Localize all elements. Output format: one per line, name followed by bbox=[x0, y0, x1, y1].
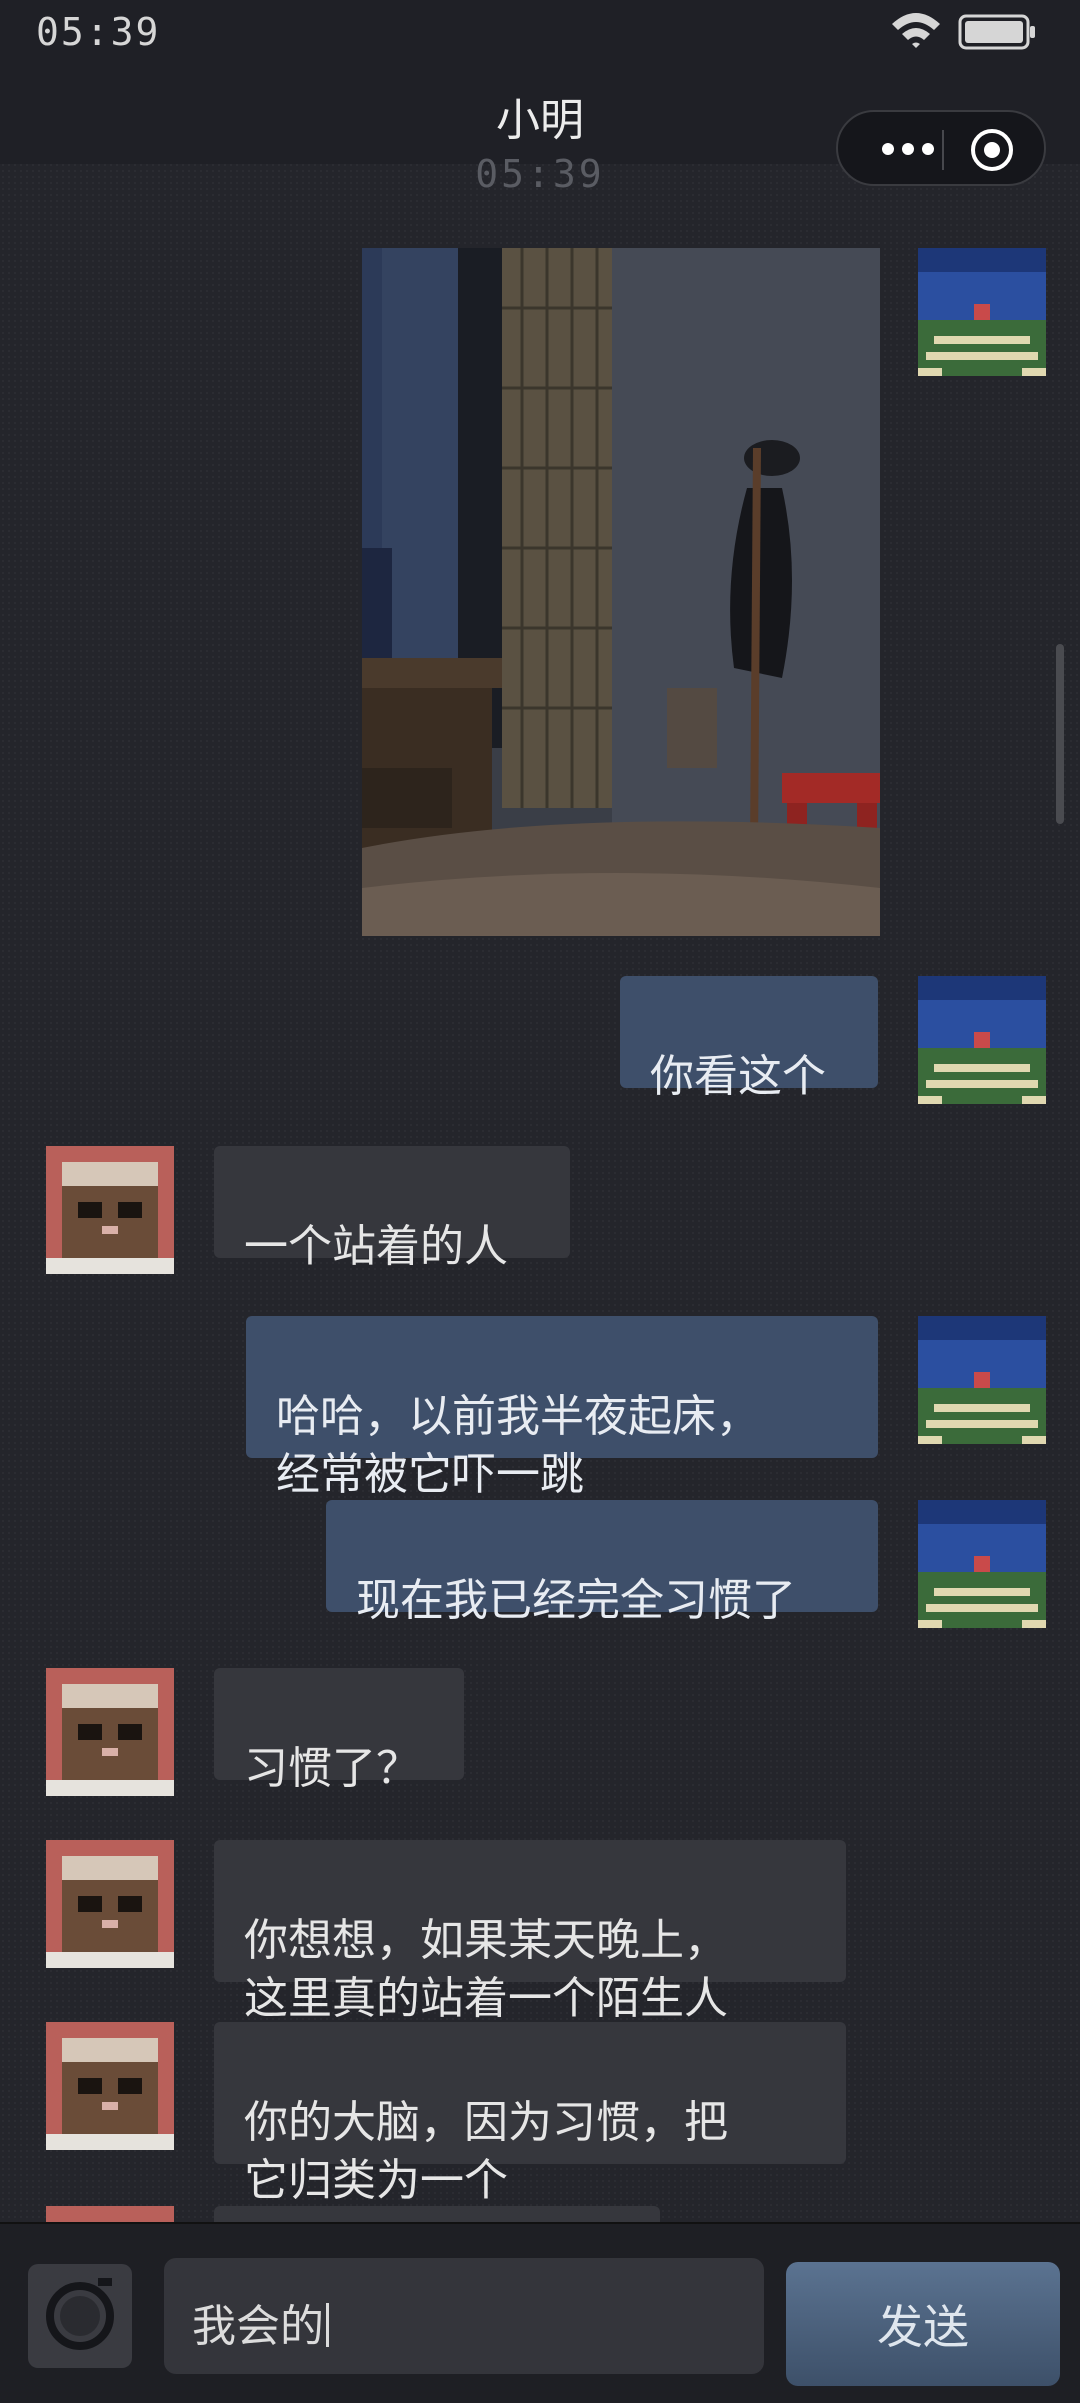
message-bubble[interactable]: 现在我已经完全习惯了 bbox=[326, 1500, 878, 1626]
self-avatar[interactable] bbox=[918, 1316, 1046, 1444]
landscape-avatar-icon bbox=[918, 248, 1046, 376]
message-text: 一个站着的人 bbox=[244, 1221, 508, 1272]
cat-avatar-icon bbox=[46, 2022, 174, 2150]
self-avatar[interactable] bbox=[918, 1500, 1046, 1628]
contact-avatar[interactable] bbox=[46, 1668, 174, 1796]
message-bubble[interactable]: 你的大脑，因为习惯，把 它归类为一个 bbox=[214, 2022, 846, 2206]
sent-photo[interactable] bbox=[362, 248, 880, 936]
message-text: 你的大脑，因为习惯，把 它归类为一个 bbox=[244, 2097, 728, 2206]
self-avatar[interactable] bbox=[918, 248, 1046, 376]
message-bubble[interactable]: 你看这个 bbox=[620, 976, 878, 1102]
camera-button[interactable] bbox=[28, 2264, 132, 2368]
input-bar: 我会的 发送 bbox=[0, 2222, 1080, 2403]
message-bubble[interactable]: 习惯了？ bbox=[214, 1668, 464, 1794]
contact-avatar[interactable] bbox=[46, 2022, 174, 2150]
contact-avatar[interactable] bbox=[46, 1840, 174, 1968]
landscape-avatar-icon bbox=[918, 976, 1046, 1104]
message-text: 现在我已经完全习惯了 bbox=[356, 1575, 796, 1626]
message-bubble-partial bbox=[214, 2206, 660, 2222]
status-bar: 05:39 bbox=[0, 0, 1080, 62]
message-text: 你看这个 bbox=[650, 1051, 826, 1102]
nav-bar: 小明 bbox=[0, 62, 1080, 186]
battery-icon bbox=[958, 14, 1035, 50]
message-bubble[interactable]: 哈哈，以前我半夜起床， 经常被它吓一跳 bbox=[246, 1316, 878, 1500]
landscape-avatar-icon bbox=[918, 1316, 1046, 1444]
message-text: 习惯了？ bbox=[244, 1743, 420, 1794]
message-input-value: 我会的 bbox=[192, 2301, 324, 2352]
message-bubble[interactable]: 你想想，如果某天晚上， 这里真的站着一个陌生人 bbox=[214, 1840, 846, 2024]
wifi-icon bbox=[892, 13, 940, 48]
chat-scrollbar[interactable] bbox=[1056, 644, 1064, 824]
cat-avatar-icon bbox=[46, 1668, 174, 1796]
message-text: 你想想，如果某天晚上， 这里真的站着一个陌生人 bbox=[244, 1915, 728, 2024]
cat-avatar-icon bbox=[46, 1146, 174, 1274]
contact-avatar[interactable] bbox=[46, 1146, 174, 1274]
message-text: 哈哈，以前我半夜起床， 经常被它吓一跳 bbox=[276, 1391, 760, 1500]
photo-image bbox=[362, 248, 880, 936]
contact-avatar-partial bbox=[46, 2206, 174, 2222]
message-input[interactable]: 我会的 bbox=[164, 2258, 764, 2374]
cat-avatar-icon bbox=[46, 1840, 174, 1968]
message-bubble[interactable]: 一个站着的人 bbox=[214, 1146, 570, 1272]
text-caret bbox=[326, 2303, 329, 2347]
status-time: 05:39 bbox=[36, 10, 161, 54]
self-avatar[interactable] bbox=[918, 976, 1046, 1104]
camera-icon bbox=[46, 2278, 114, 2350]
landscape-avatar-icon bbox=[918, 1500, 1046, 1628]
message-timestamp: 05:39 bbox=[475, 152, 605, 196]
send-button[interactable]: 发送 bbox=[786, 2262, 1060, 2386]
